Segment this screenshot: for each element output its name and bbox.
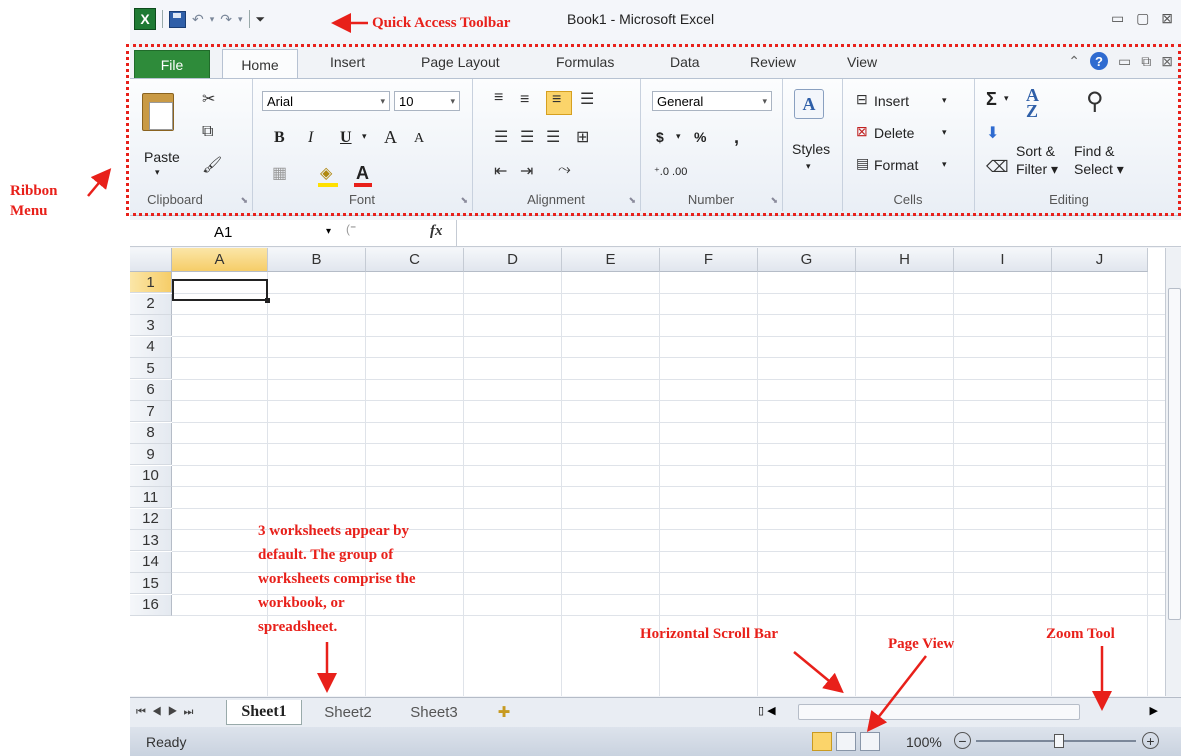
name-box[interactable]: A1 ▾ (130, 222, 340, 244)
gridline-horizontal (172, 464, 1165, 466)
vertical-scrollbar[interactable] (1165, 248, 1181, 696)
zoom-in-button[interactable]: + (1142, 732, 1159, 749)
sheet-tab-3[interactable]: Sheet3 (398, 700, 470, 724)
ribbon-annotation-line2: Menu (10, 203, 48, 219)
row-header-5[interactable]: 5 (130, 358, 172, 379)
sheet-tab-1[interactable]: Sheet1 (226, 700, 302, 725)
row-header-7[interactable]: 7 (130, 401, 172, 422)
column-header-g[interactable]: G (758, 248, 856, 272)
formula-bar: A1 ▾ (⁼ fx (130, 220, 1181, 247)
worksheets-annotation-line5: spreadsheet. (258, 619, 338, 635)
hscroll-annotation: Horizontal Scroll Bar (640, 626, 779, 642)
scroll-left-icon[interactable]: ▯ ◀ (758, 704, 776, 717)
window-controls[interactable]: ▭ ▢ ⊠ (1111, 10, 1177, 27)
gridline-horizontal (172, 314, 1165, 315)
column-header-d[interactable]: D (464, 248, 562, 272)
row-header-4[interactable]: 4 (130, 336, 172, 358)
gridline-horizontal (172, 486, 1165, 487)
worksheets-annotation-line1: 3 worksheets appear by (258, 523, 409, 539)
column-header-a[interactable]: A (172, 248, 268, 272)
sheet-tab-2[interactable]: Sheet2 (312, 700, 384, 724)
row-header-11[interactable]: 11 (130, 487, 172, 508)
column-header-j[interactable]: J (1052, 248, 1148, 272)
horizontal-scrollbar[interactable]: ▯ ◀ ▶ (758, 704, 1158, 720)
worksheets-annotation-line3: worksheets comprise the (258, 571, 416, 587)
column-header-i[interactable]: I (954, 248, 1052, 272)
gridline-horizontal (172, 615, 1165, 616)
page-view-buttons (812, 732, 880, 751)
redo-dropdown-icon[interactable]: ▾ (238, 14, 243, 25)
gridline-horizontal (172, 292, 1165, 294)
ribbon-arrow (87, 168, 112, 197)
qat-separator (162, 10, 163, 28)
gridline-horizontal (172, 357, 1165, 358)
column-header-b[interactable]: B (268, 248, 366, 272)
row-header-13[interactable]: 13 (130, 530, 172, 551)
gridline-horizontal (172, 400, 1165, 401)
gridline-horizontal (172, 421, 1165, 423)
column-header-e[interactable]: E (562, 248, 660, 272)
excel-logo-icon[interactable]: X (134, 8, 156, 30)
quick-access-toolbar: X ↶ ▾ ↷ ▾ ⏷ (134, 8, 265, 30)
formula-bar-expand-icon[interactable]: (⁼ (346, 222, 356, 236)
title-bar: X ↶ ▾ ↷ ▾ ⏷ Book1 - Microsoft Excel ▭ ▢ … (130, 0, 1181, 40)
gridline-horizontal (172, 507, 1165, 509)
column-header-f[interactable]: F (660, 248, 758, 272)
page-layout-view-icon[interactable] (836, 732, 856, 751)
worksheets-annotation-line4: workbook, or (258, 595, 345, 611)
horizontal-scroll-thumb[interactable] (798, 704, 1080, 720)
insert-function-button[interactable]: fx (430, 223, 443, 240)
row-header-8[interactable]: 8 (130, 422, 172, 444)
scroll-right-icon[interactable]: ▶ (1150, 704, 1158, 717)
row-header-14[interactable]: 14 (130, 551, 172, 573)
vertical-scroll-thumb[interactable] (1168, 288, 1181, 620)
status-text: Ready (146, 734, 187, 750)
select-all-corner[interactable] (130, 248, 172, 272)
zoom-out-button[interactable]: − (954, 732, 971, 749)
page-break-view-icon[interactable] (860, 732, 880, 751)
row-header-9[interactable]: 9 (130, 444, 172, 465)
undo-icon[interactable]: ↶ (192, 11, 204, 28)
zoom-slider-handle[interactable] (1054, 734, 1064, 748)
row-header-1[interactable]: 1 (130, 272, 172, 293)
qat-annotation: Quick Access Toolbar (372, 15, 511, 31)
sheet-tab-bar: ⏮◀▶⏭ Sheet1 Sheet2 Sheet3 ✚ ▯ ◀ ▶ (130, 697, 1181, 728)
window-title: Book1 - Microsoft Excel (567, 11, 715, 27)
column-header-c[interactable]: C (366, 248, 464, 272)
pageview-annotation: Page View (888, 636, 955, 652)
ribbon-highlight-box (126, 44, 1181, 216)
formula-input[interactable] (460, 224, 1160, 242)
gridline-horizontal (172, 443, 1165, 444)
formula-bar-separator (456, 220, 457, 246)
sheet-nav-buttons[interactable]: ⏮◀▶⏭ (136, 706, 199, 719)
zoom-annotation: Zoom Tool (1046, 626, 1115, 642)
undo-dropdown-icon[interactable]: ▾ (210, 14, 215, 25)
row-header-15[interactable]: 15 (130, 573, 172, 594)
worksheets-annotation-line2: default. The group of (258, 547, 394, 563)
column-header-h[interactable]: H (856, 248, 954, 272)
row-header-10[interactable]: 10 (130, 465, 172, 487)
zoom-level[interactable]: 100% (906, 734, 942, 750)
insert-worksheet-icon[interactable]: ✚ (484, 700, 524, 724)
status-bar: Ready 100% − + (130, 727, 1181, 756)
gridline-horizontal (172, 378, 1165, 380)
row-header-12[interactable]: 12 (130, 508, 172, 530)
active-cell-a1[interactable] (172, 279, 270, 303)
ribbon-annotation-line1: Ribbon (10, 183, 58, 199)
qat-separator (248, 10, 250, 28)
customize-qat-icon[interactable]: ⏷ (256, 12, 266, 27)
row-header-2[interactable]: 2 (130, 293, 172, 315)
normal-view-icon[interactable] (812, 732, 832, 751)
save-icon[interactable] (169, 10, 186, 28)
redo-icon[interactable]: ↷ (220, 11, 232, 28)
row-header-6[interactable]: 6 (130, 379, 172, 401)
gridline-horizontal (172, 335, 1165, 337)
row-header-3[interactable]: 3 (130, 315, 172, 336)
row-header-16[interactable]: 16 (130, 594, 172, 616)
